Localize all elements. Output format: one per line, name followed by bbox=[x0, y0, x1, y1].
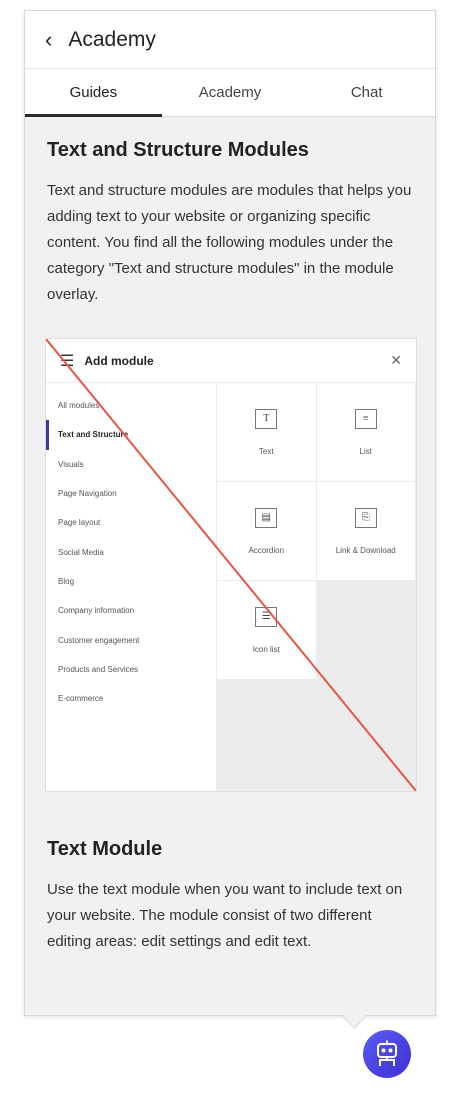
module-tile: ⎘ Link & Download bbox=[316, 482, 416, 581]
header-title: Academy bbox=[68, 27, 156, 51]
module-tile: ≡ List bbox=[316, 383, 416, 482]
category-item: Page Navigation bbox=[58, 489, 117, 499]
module-grid: T Text ≡ List ▤ Accordion ⎘ Link & Downl… bbox=[217, 383, 416, 791]
category-item: E-commerce bbox=[58, 694, 104, 704]
module-overlay-screenshot: ☰ Add module ✕ All modules Text and Stru… bbox=[45, 338, 417, 792]
panel-header: ‹ Academy bbox=[25, 11, 435, 69]
guide-content: Text and Structure Modules Text and stru… bbox=[25, 117, 435, 955]
category-item: All modules bbox=[58, 401, 100, 411]
category-item: Page layout bbox=[58, 518, 101, 528]
overlay-title: Add module bbox=[84, 353, 154, 368]
accordion-module-icon: ▤ bbox=[255, 507, 278, 528]
hamburger-icon: ☰ bbox=[60, 352, 75, 370]
module-label: List bbox=[359, 446, 372, 456]
list-module-icon: ≡ bbox=[354, 408, 377, 429]
chevron-left-icon[interactable]: ‹ bbox=[45, 28, 52, 51]
robot-icon bbox=[377, 1040, 397, 1066]
section-title: Text and Structure Modules bbox=[47, 139, 309, 161]
module-label: Text bbox=[258, 446, 274, 456]
text-module-icon: T bbox=[255, 408, 278, 429]
category-item-active: Text and Structure bbox=[46, 420, 216, 450]
module-label: Accordion bbox=[248, 545, 285, 555]
tab-bar: Guides Academy Chat bbox=[25, 69, 435, 117]
section-body: Text and structure modules are modules t… bbox=[47, 182, 412, 303]
category-item: Company information bbox=[58, 606, 135, 616]
section-title: Text Module bbox=[47, 838, 163, 860]
tab-guides[interactable]: Guides bbox=[25, 69, 162, 117]
section-body: Use the text module when you want to inc… bbox=[47, 881, 403, 950]
category-item: Blog bbox=[58, 576, 75, 586]
chatbot-launcher[interactable] bbox=[363, 1030, 411, 1078]
icon-list-module-icon: ☰ bbox=[255, 606, 278, 627]
module-tile: ▤ Accordion bbox=[217, 482, 317, 581]
tab-academy[interactable]: Academy bbox=[162, 69, 299, 116]
category-list: All modules Text and Structure Visuals P… bbox=[46, 383, 217, 791]
module-tile: ☰ Icon list bbox=[217, 581, 317, 680]
category-item: Customer engagement bbox=[58, 635, 140, 645]
module-label: Icon list bbox=[252, 644, 280, 654]
close-icon: ✕ bbox=[390, 352, 402, 368]
overlay-body: All modules Text and Structure Visuals P… bbox=[46, 383, 416, 791]
module-label: Link & Download bbox=[335, 545, 396, 555]
link-download-module-icon: ⎘ bbox=[354, 507, 377, 528]
academy-panel: ‹ Academy Guides Academy Chat Text and S… bbox=[24, 10, 436, 1016]
module-tile: T Text bbox=[217, 383, 317, 482]
overlay-header: ☰ Add module ✕ bbox=[46, 339, 416, 383]
tab-chat[interactable]: Chat bbox=[298, 69, 435, 116]
category-item: Visuals bbox=[58, 459, 84, 469]
category-item: Products and Services bbox=[58, 664, 139, 674]
category-item: Social Media bbox=[58, 547, 104, 557]
